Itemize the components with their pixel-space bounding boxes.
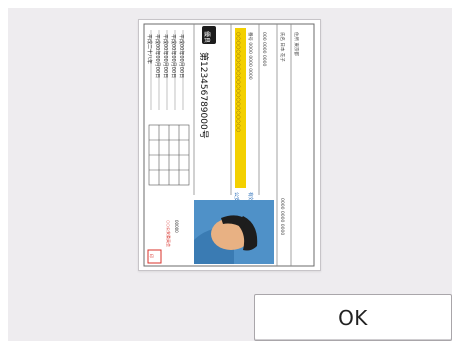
svg-text:000 0000 0000: 000 0000 0000 [261,32,267,66]
svg-text:0000 0000 0000: 0000 0000 0000 [279,198,285,235]
ok-button[interactable]: OK [254,294,452,341]
svg-text:00000: 00000 [174,220,179,233]
card-number-text: 第123456789000号 [198,52,210,139]
svg-text:平成00年00月00日: 平成00年00月00日 [162,34,169,78]
document-preview: 平成二十八年 平成00年00月00日 平成00年00月00日 平成00年00月0… [138,19,321,271]
svg-text:○○○○○○○○○○○○○○○○○○○○○○○: ○○○○○○○○○○○○○○○○○○○○○○○ [235,32,241,132]
svg-text:印: 印 [149,254,155,258]
svg-text:平成00年00月00日: 平成00年00月00日 [170,34,177,78]
svg-text:○○公安委員会: ○○公安委員会 [166,220,172,247]
svg-text:平成二十八年: 平成二十八年 [146,34,153,64]
svg-text:氏名 日本 花子: 氏名 日本 花子 [279,32,286,62]
print-preview-screen: 平成二十八年 平成00年00月00日 平成00年00月00日 平成00年00月0… [0,0,452,341]
svg-text:平成00年00月00日: 平成00年00月00日 [178,34,185,78]
svg-text:平成00年00月00日: 平成00年00月00日 [154,34,161,78]
ok-button-label: OK [338,305,368,330]
svg-text:住所 東京都: 住所 東京都 [293,32,300,56]
svg-text:番号 0000 0000 0000: 番号 0000 0000 0000 [247,32,254,80]
id-card-preview-icon: 平成二十八年 平成00年00月00日 平成00年00月00日 平成00年00月0… [143,23,315,267]
svg-text:優良: 優良 [203,31,211,43]
